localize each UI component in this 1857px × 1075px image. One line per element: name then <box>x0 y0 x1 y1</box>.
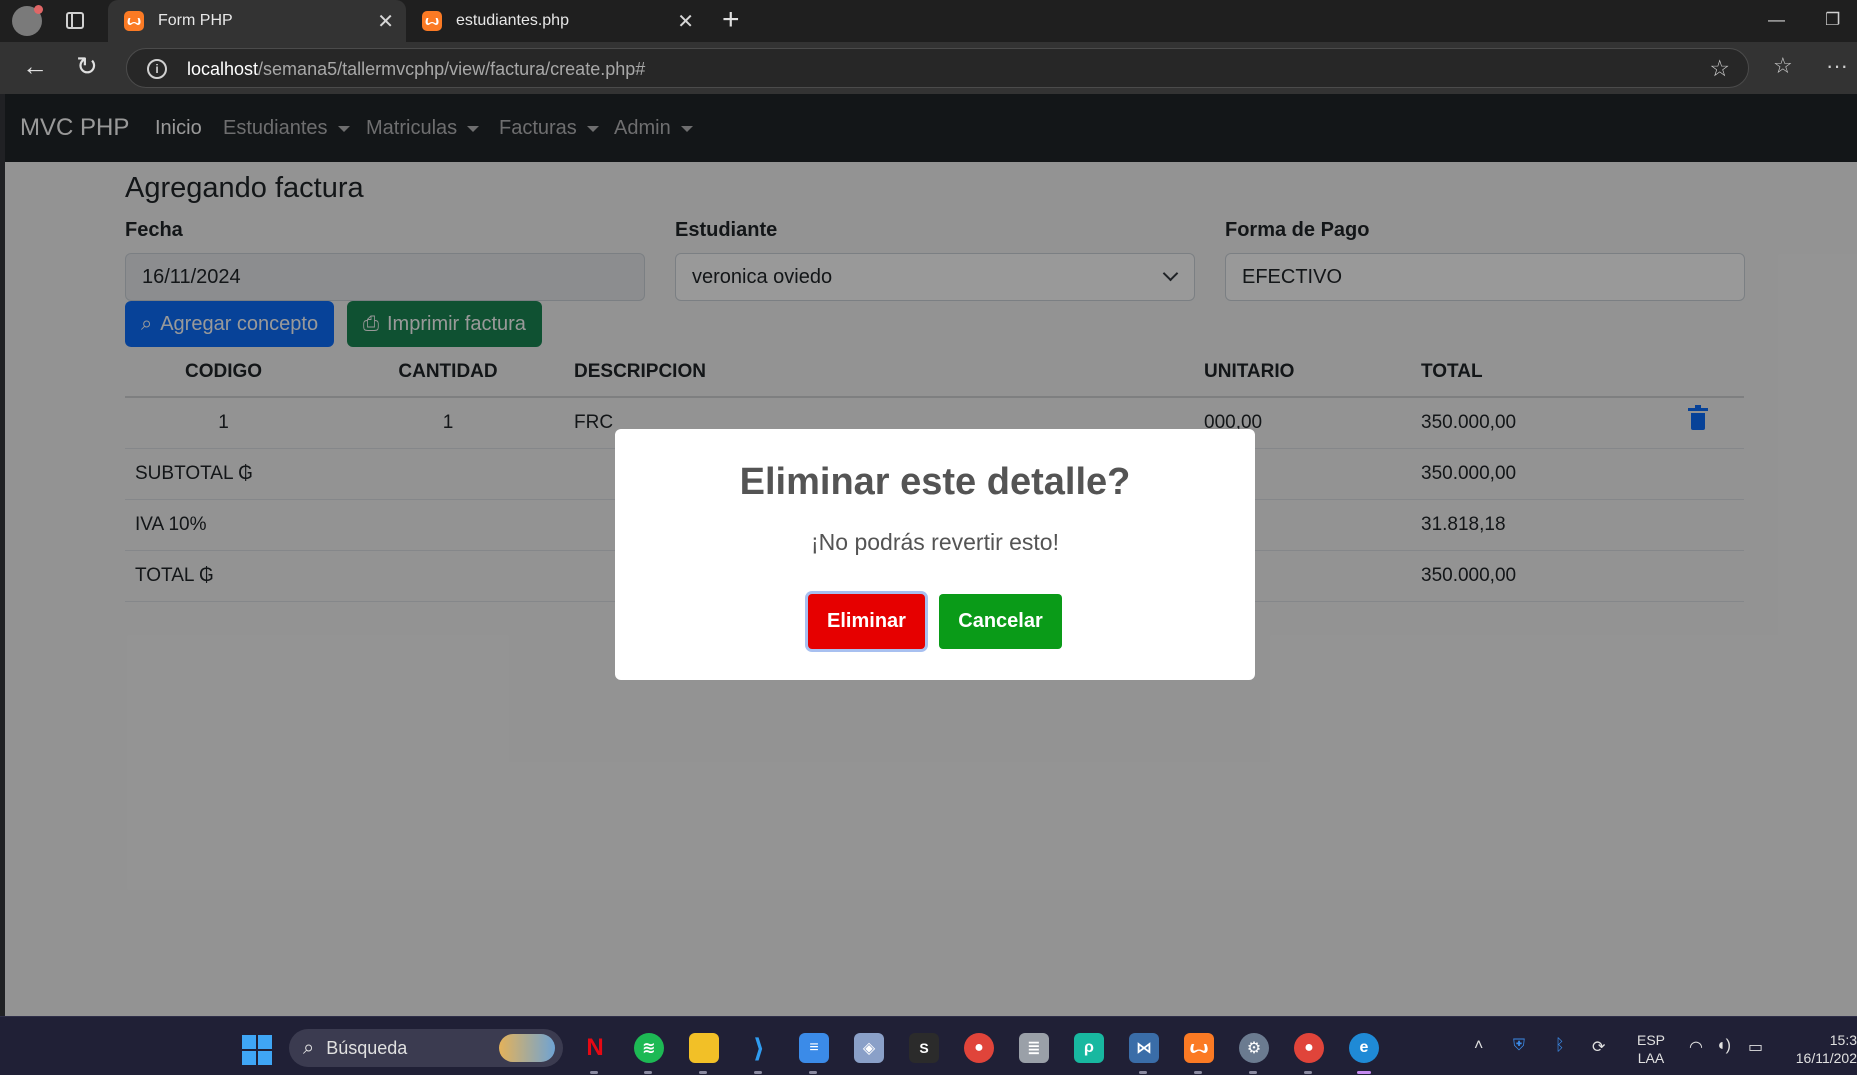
close-tab-icon[interactable]: ✕ <box>677 9 694 34</box>
reload-icon[interactable]: ↻ <box>76 51 98 82</box>
profile-icon[interactable] <box>12 5 43 36</box>
browser-tab-form-php[interactable]: ꙍ Form PHP ✕ <box>108 0 406 42</box>
taskbar-search[interactable]: ⌕ Búsqueda <box>289 1029 563 1067</box>
volume-icon[interactable]: ◖) <box>1716 1037 1731 1055</box>
xampp-icon[interactable]: ꙍ <box>1184 1033 1214 1063</box>
clock-date: 16/11/202 <box>1795 1050 1857 1066</box>
running-indicator <box>1139 1071 1147 1074</box>
netflix-icon[interactable]: N <box>580 1033 610 1063</box>
tab-actions-icon[interactable] <box>66 12 84 29</box>
search-placeholder: Búsqueda <box>326 1037 408 1058</box>
database-icon[interactable]: ≣ <box>1019 1033 1049 1063</box>
more-menu-icon[interactable]: ··· <box>1826 53 1848 79</box>
running-indicator <box>1249 1071 1257 1074</box>
browser-tab-bar: ꙍ Form PHP ✕ ꙍ estudiantes.php ✕ + — ❐ <box>0 0 1857 42</box>
sync-icon[interactable]: ⟳ <box>1592 1037 1605 1057</box>
lang-code: ESP <box>1637 1032 1666 1048</box>
vscode-icon[interactable]: ⟩ <box>744 1033 774 1063</box>
back-icon[interactable]: ← <box>22 51 48 82</box>
address-bar-row: ← ↻ i localhost/semana5/tallermvcphp/vie… <box>0 42 1857 94</box>
tab-title: Form PHP <box>158 12 233 29</box>
input-language[interactable]: ESP LAA <box>1637 1031 1665 1067</box>
windows-start-icon[interactable] <box>242 1035 272 1065</box>
postman-icon[interactable]: ρ <box>1074 1033 1104 1063</box>
site-info-icon[interactable]: i <box>147 59 167 79</box>
dialog-title: Eliminar este detalle? <box>739 461 1131 503</box>
tab-title: estudiantes.php <box>456 12 569 29</box>
edge-icon[interactable]: e <box>1349 1033 1379 1063</box>
favorite-star-icon[interactable]: ☆ <box>1709 55 1730 82</box>
taskbar-clock[interactable]: 15:3 16/11/202 <box>1785 1031 1857 1067</box>
url-text[interactable]: localhost/semana5/tallermvcphp/view/fact… <box>187 59 645 80</box>
running-indicator <box>644 1071 652 1074</box>
close-tab-icon[interactable]: ✕ <box>377 9 394 34</box>
chevron-up-icon[interactable]: ˄ <box>1474 1037 1483 1055</box>
search-icon: ⌕ <box>303 1036 315 1059</box>
chrome-profile-icon[interactable]: ● <box>1294 1033 1324 1063</box>
minimize-icon[interactable]: — <box>1768 10 1785 30</box>
restore-icon[interactable]: ❐ <box>1825 10 1840 30</box>
windows-taskbar: ⌕ Búsqueda N ≋ ⟩ ≡ ◈ S ● ≣ ρ ⋈ ꙍ ⚙ ● e ˄… <box>0 1016 1857 1075</box>
lang-layout: LAA <box>1637 1050 1665 1066</box>
running-indicator <box>590 1071 598 1074</box>
chrome-icon[interactable]: ● <box>964 1033 994 1063</box>
dialog-text: ¡No podrás revertir esto! <box>811 529 1059 555</box>
mysql-workbench-icon[interactable]: ⋈ <box>1129 1033 1159 1063</box>
favorites-icon[interactable]: ☆ <box>1773 53 1793 79</box>
xampp-icon: ꙍ <box>422 11 442 31</box>
running-indicator <box>1194 1071 1202 1074</box>
cancel-button[interactable]: Cancelar <box>939 594 1062 649</box>
running-indicator <box>809 1071 817 1074</box>
battery-icon[interactable]: ▭ <box>1748 1037 1763 1057</box>
confirm-delete-button[interactable]: Eliminar <box>808 594 925 649</box>
browser-tab-estudiantes[interactable]: ꙍ estudiantes.php ✕ <box>406 0 706 42</box>
running-indicator <box>1304 1071 1312 1074</box>
confirm-delete-dialog: Eliminar este detalle? ¡No podrás revert… <box>615 429 1255 680</box>
address-bar[interactable]: i localhost/semana5/tallermvcphp/view/fa… <box>126 48 1749 88</box>
clock-time: 15:3 <box>1829 1032 1857 1048</box>
sublime-icon[interactable]: S <box>909 1033 939 1063</box>
notepad-icon[interactable]: ≡ <box>799 1033 829 1063</box>
search-highlight-image <box>499 1034 555 1062</box>
new-tab-button[interactable]: + <box>722 5 740 35</box>
file-explorer-icon[interactable] <box>689 1033 719 1063</box>
running-indicator <box>754 1071 762 1074</box>
defender-icon[interactable]: ⛨ <box>1513 1037 1525 1055</box>
active-indicator <box>1357 1071 1371 1074</box>
wifi-icon[interactable]: ◠ <box>1689 1037 1703 1057</box>
settings-gear-icon[interactable]: ⚙ <box>1239 1033 1269 1063</box>
spotify-icon[interactable]: ≋ <box>634 1033 664 1063</box>
xampp-icon: ꙍ <box>124 11 144 31</box>
virtualbox-icon[interactable]: ◈ <box>854 1033 884 1063</box>
running-indicator <box>699 1071 707 1074</box>
bluetooth-icon[interactable]: ᛒ <box>1555 1037 1565 1055</box>
